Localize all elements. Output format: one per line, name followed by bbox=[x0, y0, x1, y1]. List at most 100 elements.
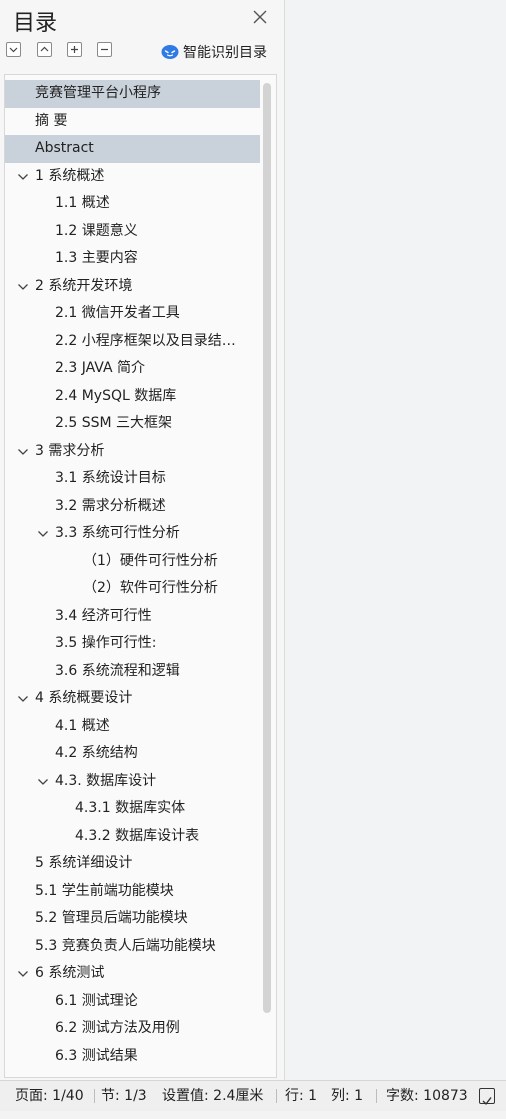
toc-scrollbar[interactable] bbox=[263, 83, 271, 1013]
toc-item[interactable]: 1.1 概述 bbox=[5, 190, 260, 218]
collapse-level-button[interactable] bbox=[37, 42, 52, 57]
toc-item[interactable]: 4.2 系统结构 bbox=[5, 740, 260, 768]
toc-item[interactable]: 4.3.1 数据库实体 bbox=[5, 795, 260, 823]
expand-level-button[interactable] bbox=[6, 42, 21, 57]
toc-item-label: 摘 要 bbox=[35, 112, 68, 129]
toc-panel: 目录 智能识别目录 竞赛管理平台小程序 摘 要 Abstract 1 系统概述 … bbox=[0, 0, 285, 1080]
toc-item-label: 6.3 测试结果 bbox=[55, 1047, 138, 1064]
status-row[interactable]: 行: 1 bbox=[285, 1081, 317, 1111]
toc-item-label: 3.3 系统可行性分析 bbox=[55, 525, 180, 541]
toc-item[interactable]: 3.5 操作可行性: bbox=[5, 630, 260, 658]
toc-item[interactable]: 摘 要 bbox=[5, 108, 260, 136]
smart-face-icon bbox=[161, 45, 179, 59]
toc-tree: 竞赛管理平台小程序摘 要 Abstract 1 系统概述 1.1 概述 1.2 课题意义… bbox=[4, 74, 277, 1078]
panel-title: 目录 bbox=[13, 11, 58, 36]
close-icon[interactable] bbox=[250, 7, 270, 27]
toc-item[interactable]: 2.5 SSM 三大框架 bbox=[5, 410, 260, 438]
toc-item[interactable]: 5.3 竞赛负责人后端功能模块 bbox=[5, 933, 260, 961]
toc-item-label: 6.2 测试方法及用例 bbox=[55, 1020, 180, 1036]
toc-item-label: 3.2 需求分析概述 bbox=[55, 497, 166, 514]
toc-item-label: 4.3.2 数据库设计表 bbox=[75, 827, 200, 844]
toc-item[interactable]: 4.3. 数据库设计 bbox=[5, 768, 260, 796]
smart-detect-label: 智能识别目录 bbox=[183, 45, 267, 61]
toc-item-label: 5 系统详细设计 bbox=[35, 855, 133, 871]
toc-item[interactable]: 3.3 系统可行性分析 bbox=[5, 520, 260, 548]
toc-item[interactable]: 6 系统测试 bbox=[5, 960, 260, 988]
plus-icon bbox=[71, 46, 78, 53]
smart-detect-button[interactable]: 智能识别目录 bbox=[161, 42, 267, 62]
status-col[interactable]: 列: 1 bbox=[331, 1081, 363, 1111]
chevron-down-icon[interactable] bbox=[37, 529, 49, 539]
status-bar: 页面: 1/40 节: 1/3 设置值: 2.4厘米 行: 1 列: 1 字数:… bbox=[0, 1080, 506, 1111]
toc-item[interactable]: 3.2 需求分析概述 bbox=[5, 493, 260, 521]
toc-item-label: 1 系统概述 bbox=[35, 167, 105, 184]
chevron-down-icon bbox=[9, 47, 18, 53]
status-section[interactable]: 节: 1/3 bbox=[101, 1081, 147, 1111]
toc-item-label: 2 系统开发环境 bbox=[35, 277, 133, 294]
toc-item[interactable]: 4.1 概述 bbox=[5, 713, 260, 741]
toc-item[interactable]: 5.1 学生前端功能模块 bbox=[5, 878, 260, 906]
toc-item[interactable]: 4.3.2 数据库设计表 bbox=[5, 823, 260, 851]
toc-item[interactable]: Abstract bbox=[5, 135, 260, 163]
toc-item-label: 4.2 系统结构 bbox=[55, 745, 138, 761]
toc-item[interactable]: 4 系统概要设计 bbox=[5, 685, 260, 713]
toc-item-label: 2.2 小程序框架以及目录结… bbox=[55, 332, 236, 349]
toc-item-label: 3 需求分析 bbox=[35, 442, 105, 459]
checkbox-icon[interactable] bbox=[479, 1088, 495, 1106]
chevron-down-icon[interactable] bbox=[17, 694, 29, 704]
minus-icon bbox=[101, 48, 108, 51]
toc-item[interactable]: 3.4 经济可行性 bbox=[5, 603, 260, 631]
toc-item-label: 竞赛管理平台小程序 bbox=[35, 85, 161, 101]
expand-all-button[interactable] bbox=[67, 42, 82, 57]
toc-item-label: 4.3. 数据库设计 bbox=[55, 772, 157, 789]
chevron-down-icon[interactable] bbox=[17, 172, 29, 182]
toc-item-label: 2.4 MySQL 数据库 bbox=[55, 387, 177, 404]
toc-item-label: 3.1 系统设计目标 bbox=[55, 470, 166, 486]
toc-item-label: （1）硬件可行性分析 bbox=[83, 552, 218, 569]
toc-item-label: 3.5 操作可行性: bbox=[55, 635, 157, 651]
toc-item[interactable]: 2.3 JAVA 简介 bbox=[5, 355, 260, 383]
toc-item[interactable]: 2.4 MySQL 数据库 bbox=[5, 383, 260, 411]
toc-item[interactable]: 2 系统开发环境 bbox=[5, 273, 260, 301]
toc-item-label: 2.1 微信开发者工具 bbox=[55, 305, 180, 321]
toc-item[interactable]: 6.2 测试方法及用例 bbox=[5, 1015, 260, 1043]
toc-item-label: 3.6 系统流程和逻辑 bbox=[55, 662, 180, 679]
toc-item[interactable]: 3.6 系统流程和逻辑 bbox=[5, 658, 260, 686]
toc-item[interactable]: 6.3 测试结果 bbox=[5, 1043, 260, 1071]
status-divider bbox=[276, 1089, 277, 1103]
toc-item-label: 5.2 管理员后端功能模块 bbox=[35, 910, 188, 926]
toc-item-label: Abstract bbox=[35, 140, 94, 156]
collapse-all-button[interactable] bbox=[97, 42, 112, 57]
chevron-down-icon[interactable] bbox=[17, 282, 29, 292]
toc-item[interactable]: 2.1 微信开发者工具 bbox=[5, 300, 260, 328]
toc-item[interactable]: 1 系统概述 bbox=[5, 163, 260, 191]
toc-item[interactable]: （2）软件可行性分析 bbox=[5, 575, 260, 603]
toc-item-label: 6.1 测试理论 bbox=[55, 992, 138, 1009]
toc-item-label: 2.3 JAVA 简介 bbox=[55, 360, 145, 376]
chevron-down-icon[interactable] bbox=[17, 447, 29, 457]
toc-item-label: 6 系统测试 bbox=[35, 965, 105, 981]
toc-item[interactable]: （1）硬件可行性分析 bbox=[5, 548, 260, 576]
toc-item[interactable]: 3 需求分析 bbox=[5, 438, 260, 466]
toc-item-label: 5.3 竞赛负责人后端功能模块 bbox=[35, 937, 216, 954]
chevron-up-icon bbox=[40, 46, 49, 52]
document-canvas bbox=[285, 0, 506, 1080]
toc-item[interactable]: 1.3 主要内容 bbox=[5, 245, 260, 273]
status-page[interactable]: 页面: 1/40 bbox=[15, 1081, 84, 1111]
toc-list: 竞赛管理平台小程序摘 要 Abstract 1 系统概述 1.1 概述 1.2 课题意义… bbox=[5, 80, 260, 1070]
toc-item[interactable]: 3.1 系统设计目标 bbox=[5, 465, 260, 493]
toc-item[interactable]: 竞赛管理平台小程序 bbox=[5, 80, 260, 108]
toc-item[interactable]: 5.2 管理员后端功能模块 bbox=[5, 905, 260, 933]
toc-item-label: （2）软件可行性分析 bbox=[83, 580, 218, 596]
toc-item[interactable]: 6.1 测试理论 bbox=[5, 988, 260, 1016]
toc-item-label: 1.2 课题意义 bbox=[55, 222, 138, 239]
chevron-down-icon[interactable] bbox=[37, 777, 49, 787]
status-divider bbox=[94, 1089, 95, 1103]
status-setting[interactable]: 设置值: 2.4厘米 bbox=[162, 1081, 263, 1111]
status-word-count[interactable]: 字数: 10873 bbox=[386, 1081, 468, 1111]
status-divider bbox=[376, 1089, 377, 1103]
toc-item[interactable]: 5 系统详细设计 bbox=[5, 850, 260, 878]
toc-item[interactable]: 2.2 小程序框架以及目录结… bbox=[5, 328, 260, 356]
chevron-down-icon[interactable] bbox=[17, 969, 29, 979]
toc-item[interactable]: 1.2 课题意义 bbox=[5, 218, 260, 246]
